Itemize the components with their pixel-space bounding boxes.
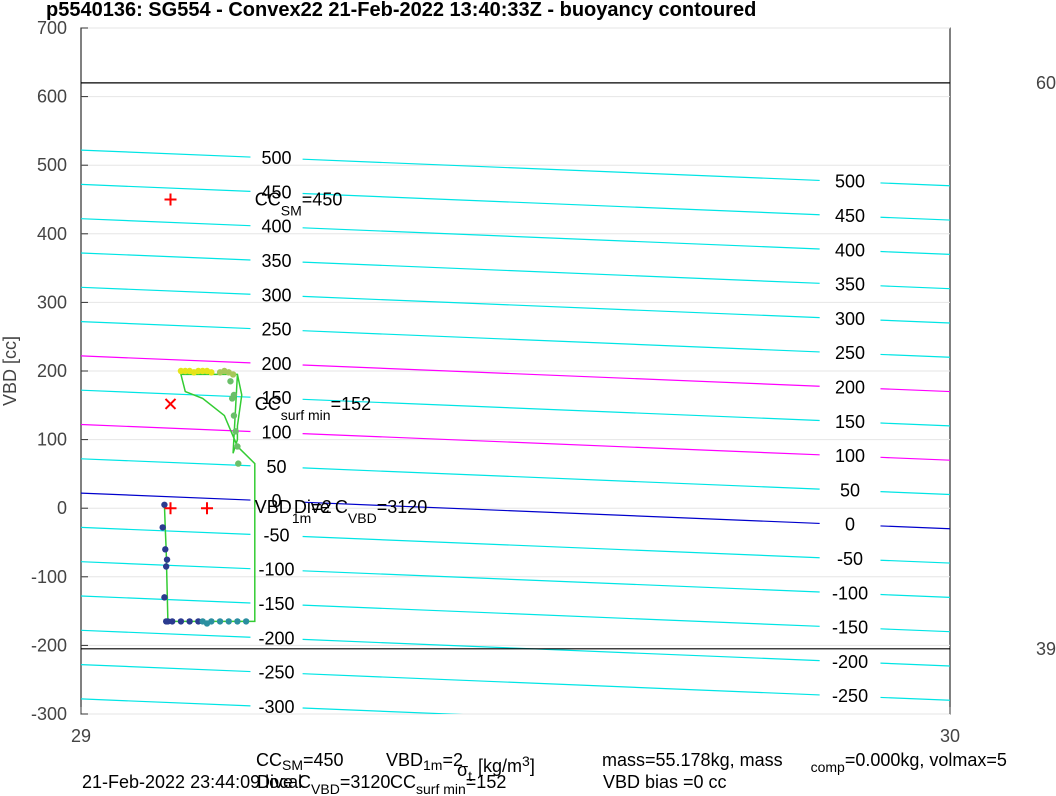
contour-label-left-4: 300 [262,285,292,305]
contour-label-right-9: 50 [840,480,860,500]
point-dive-deep-2 [208,618,215,625]
contour-label-left-2: 400 [262,217,292,237]
y-tick-label-5: 200 [37,361,67,381]
point-dive-deep-6 [242,618,250,625]
point-climb-1 [234,443,241,450]
contour-label-right-11: -50 [837,549,863,569]
contour-label-right-2: 400 [835,240,865,260]
contour-label-right-3: 350 [835,275,865,295]
x-tick-label-1: 30 [940,726,960,746]
point-dive-2 [162,546,169,553]
y-tick-label-3: 0 [57,498,67,518]
y-tick-label-2: -100 [31,567,67,587]
point-climb-5 [230,391,238,399]
y-axis-label: VBD [cc] [0,336,20,406]
contour-label-right-12: -100 [832,583,868,603]
contour-label-left-11: -50 [264,525,290,545]
x-tick-label-0: 29 [71,726,91,746]
point-dive-deep-5 [234,618,241,625]
point-dive-1 [159,524,166,531]
contour-label-left-16: -300 [259,697,295,717]
point-dive-deep-3 [216,618,224,625]
contour-label-right-15: -250 [832,686,868,706]
y-tick-label-1: -200 [31,635,67,655]
contour-label-right-4: 300 [835,309,865,329]
point-climb-0 [235,460,242,467]
point-dive-0 [161,501,168,508]
contour-label-left-14: -200 [259,628,295,648]
point-surface-7 [208,369,215,376]
contour-label-left-5: 250 [262,320,292,340]
contour-label-right-13: -150 [832,618,868,638]
y-tick-label-7: 400 [37,224,67,244]
contour-label-left-12: -100 [259,560,295,580]
y-tick-label-4: 100 [37,430,67,450]
point-dive-10 [186,618,193,625]
chart-title: p5540136: SG554 - Convex22 21-Feb-2022 1… [46,0,756,21]
contour-label-right-14: -200 [832,652,868,672]
point-climb-6 [227,378,234,385]
point-climb-3 [230,412,238,419]
point-dive-3 [163,556,171,563]
y-tick-label-10: 700 [37,18,67,38]
contour-label-left-9: 50 [267,457,287,477]
contour-label-left-8: 100 [262,423,292,443]
right-edge-label-0: 60 [1036,73,1056,93]
contour-label-left-15: -250 [259,663,295,683]
contour-label-right-10: 0 [845,515,855,535]
point-dive-4 [162,563,170,570]
point-dive-5 [161,594,168,601]
point-dive-deep-4 [225,618,232,625]
point-dive-9 [177,618,185,625]
contour-label-left-13: -150 [259,594,295,614]
vbd-buoyancy-chart: p5540136: SG554 - Convex22 21-Feb-2022 1… [0,0,1056,796]
contour-label-right-1: 450 [835,206,865,226]
y-tick-label-9: 600 [37,87,67,107]
point-surface-end-3 [229,371,237,378]
y-tick-label-6: 300 [37,292,67,312]
y-tick-label-0: -300 [31,704,67,724]
contour-label-right-5: 250 [835,343,865,363]
footer-vbd-bias: VBD bias =0 cc [603,772,727,792]
contour-label-right-7: 150 [835,412,865,432]
contour-label-right-6: 200 [835,377,865,397]
point-climb-2 [232,428,239,435]
contour-label-left-3: 350 [262,251,292,271]
right-edge-label-1: 39 [1036,639,1056,659]
contour-label-left-6: 200 [262,354,292,374]
point-dive-8 [169,618,176,625]
contour-label-left-0: 500 [262,148,292,168]
contour-label-right-8: 100 [835,446,865,466]
contour-label-right-0: 500 [835,172,865,192]
y-tick-label-8: 500 [37,155,67,175]
